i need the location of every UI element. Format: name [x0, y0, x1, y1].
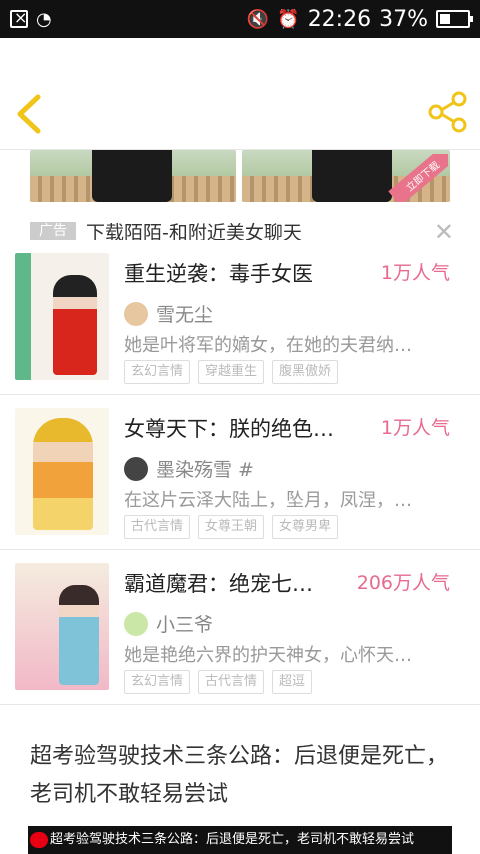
status-bar: ◔ 🔇 ⏰ 22:26 37% — [0, 0, 480, 38]
sina-logo-icon — [30, 832, 48, 848]
genre-tag[interactable]: 古代言情 — [198, 670, 265, 694]
top-bar — [0, 38, 480, 150]
popularity-count: 1万人气 — [380, 262, 450, 284]
notification-icon — [10, 8, 28, 28]
clock-time: 22:26 — [307, 6, 372, 32]
share-icon[interactable] — [426, 90, 470, 134]
popularity-count: 1万人气 — [380, 417, 450, 439]
book-title[interactable]: 女尊天下：朕的绝色… — [124, 413, 334, 443]
download-ribbon[interactable]: 立即下载 — [368, 154, 448, 202]
book-item[interactable]: 霸道魔君：绝宠七… 206万人气 小三爷 她是艳绝六界的护天神女，心怀天… 玄幻… — [0, 550, 480, 705]
book-item[interactable]: 女尊天下：朕的绝色… 1万人气 墨染殇雪 # 在这片云泽大陆上，坠月，凤涅，… … — [0, 395, 480, 550]
genre-tag[interactable]: 穿越重生 — [198, 360, 265, 384]
popularity-count: 206万人气 — [356, 572, 450, 594]
banner-text: 超考验驾驶技术三条公路：后退便是死亡，老司机不敢轻易尝试 — [50, 832, 415, 847]
book-title[interactable]: 重生逆袭：毒手女医 — [124, 258, 313, 288]
avatar — [124, 302, 148, 326]
article-banner[interactable]: 超考验驾驶技术三条公路：后退便是死亡，老司机不敢轻易尝试 — [28, 826, 452, 854]
author-name[interactable]: 雪无尘 — [156, 300, 213, 327]
ad-image-left[interactable] — [30, 150, 236, 202]
author-name[interactable]: 墨染殇雪 # — [156, 455, 254, 482]
avatar — [124, 612, 148, 636]
close-icon[interactable]: ✕ — [434, 218, 454, 240]
article-title[interactable]: 超考验驾驶技术三条公路：后退便是死亡，老司机不敢轻易尝试 — [30, 738, 460, 814]
book-cover[interactable] — [15, 253, 109, 380]
battery-icon — [436, 10, 473, 28]
battery-percent: 37% — [379, 6, 428, 32]
genre-tag[interactable]: 女尊王朝 — [198, 515, 265, 539]
genre-tag[interactable]: 玄幻言情 — [124, 360, 191, 384]
genre-tag[interactable]: 腹黑傲娇 — [272, 360, 339, 384]
avatar — [124, 457, 148, 481]
genre-tag[interactable]: 古代言情 — [124, 515, 191, 539]
ad-banner[interactable]: 立即下载 广告 下载陌陌-和附近美女聊天 ✕ — [0, 150, 480, 240]
book-description: 她是艳绝六界的护天神女，心怀天… — [124, 645, 412, 666]
genre-tag[interactable]: 超逗 — [272, 670, 313, 694]
ad-label: 广告 — [30, 222, 76, 240]
author-name[interactable]: 小三爷 — [156, 610, 213, 637]
book-title[interactable]: 霸道魔君：绝宠七… — [124, 568, 313, 598]
genre-tag[interactable]: 女尊男卑 — [272, 515, 339, 539]
ad-text[interactable]: 下载陌陌-和附近美女聊天 — [86, 218, 302, 240]
wifi-icon: ◔ — [36, 8, 52, 30]
mute-icon: 🔇 — [246, 8, 270, 30]
article-card[interactable]: 超考验驾驶技术三条公路：后退便是死亡，老司机不敢轻易尝试 超考验驾驶技术三条公路… — [0, 710, 480, 854]
book-cover[interactable] — [15, 563, 109, 690]
genre-tag[interactable]: 玄幻言情 — [124, 670, 191, 694]
alarm-icon: ⏰ — [277, 8, 300, 30]
book-cover[interactable] — [15, 408, 109, 535]
book-description: 她是叶将军的嫡女，在她的夫君纳… — [124, 335, 412, 356]
book-item[interactable]: 重生逆袭：毒手女医 1万人气 雪无尘 她是叶将军的嫡女，在她的夫君纳… 玄幻言情… — [0, 240, 480, 395]
back-icon[interactable] — [12, 94, 46, 134]
book-description: 在这片云泽大陆上，坠月，凤涅，… — [124, 490, 412, 511]
